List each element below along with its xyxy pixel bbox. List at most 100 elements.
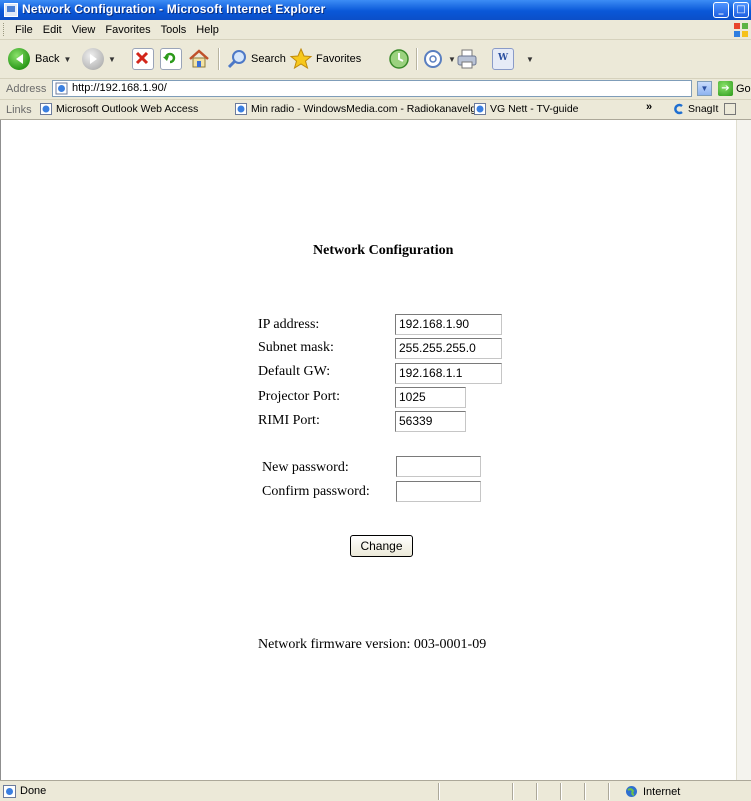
default-gw-label: Default GW: (258, 364, 331, 379)
snagit-button[interactable]: SnagIt (673, 103, 737, 115)
snagit-window-icon[interactable] (724, 103, 737, 115)
back-label: Back (35, 53, 60, 65)
address-url: http://192.168.1.90/ (72, 82, 167, 94)
address-input[interactable]: http://192.168.1.90/ (52, 80, 692, 97)
edit-dropdown-icon[interactable]: ▼ (526, 55, 534, 64)
favorites-star-icon (289, 47, 313, 70)
page-content (0, 120, 737, 780)
ie-link-icon (235, 103, 247, 115)
status-divider (560, 783, 562, 800)
subnet-mask-input[interactable]: 255.255.255.0 (395, 338, 502, 359)
link-label: VG Nett - TV-guide (490, 103, 579, 115)
address-dropdown-button[interactable]: ▼ (697, 81, 712, 96)
menu-view[interactable]: View (67, 21, 101, 36)
links-bar: Links Microsoft Outlook Web Access Min r… (0, 100, 751, 120)
forward-button[interactable]: ▼ (82, 46, 116, 72)
menu-tools[interactable]: Tools (156, 21, 192, 36)
ie-window-icon[interactable] (4, 3, 18, 17)
mail-dropdown-icon[interactable]: ▼ (448, 55, 456, 64)
new-password-input[interactable] (396, 456, 481, 477)
favorites-label: Favorites (316, 53, 362, 65)
edit-word-button[interactable]: W ▼ (492, 46, 534, 72)
back-arrow-icon (8, 48, 30, 70)
ie-page-icon (55, 82, 68, 95)
go-arrow-icon[interactable]: ➔ (718, 81, 733, 96)
internet-globe-icon (626, 786, 637, 797)
snagit-icon (674, 103, 683, 115)
toolbar-separator (218, 48, 220, 70)
vertical-scrollbar[interactable] (736, 120, 751, 780)
link-vg-nett[interactable]: VG Nett - TV-guide (474, 103, 579, 115)
firmware-version-text: Network firmware version: 003-0001-09 (258, 637, 487, 652)
history-button[interactable] (388, 46, 410, 72)
favorites-button[interactable]: Favorites (289, 46, 361, 72)
print-icon (457, 49, 477, 69)
browser-window: Network Configuration - Microsoft Intern… (0, 0, 751, 801)
status-text: Done (20, 785, 47, 797)
minimize-button[interactable]: _ (713, 2, 729, 18)
change-button[interactable]: Change (350, 535, 413, 557)
ie-page-icon (3, 785, 16, 798)
stop-button[interactable] (132, 46, 154, 72)
security-zone[interactable]: Internet (625, 785, 680, 798)
page-heading: Network Configuration (313, 243, 454, 258)
word-icon: W (492, 48, 514, 70)
ip-address-label: IP address: (258, 317, 320, 332)
projector-port-label: Projector Port: (258, 389, 341, 404)
ip-address-input[interactable]: 192.168.1.90 (395, 314, 502, 335)
standard-toolbar: Back ▼ ▼ Search Favorites ▼ W ▼ (0, 40, 751, 79)
confirm-password-label: Confirm password: (262, 484, 370, 499)
links-label: Links (6, 104, 32, 116)
status-divider (584, 783, 586, 800)
links-overflow-chevron[interactable]: » (646, 101, 652, 113)
windows-logo-icon (734, 23, 748, 37)
rimi-port-label: RIMI Port: (258, 413, 320, 428)
status-divider (608, 783, 610, 800)
address-bar: Address http://192.168.1.90/ ▼ ➔ Go (0, 79, 751, 100)
confirm-password-input[interactable] (396, 481, 481, 502)
search-button[interactable]: Search (226, 46, 286, 72)
go-label[interactable]: Go (736, 83, 751, 95)
print-button[interactable] (456, 46, 478, 72)
forward-dropdown-icon[interactable]: ▼ (108, 55, 116, 64)
security-zone-label: Internet (643, 785, 681, 798)
address-label: Address (6, 83, 47, 95)
link-label: Min radio - WindowsMedia.com - Radiokana… (251, 103, 486, 115)
link-outlook-web-access[interactable]: Microsoft Outlook Web Access (40, 103, 198, 115)
status-divider (438, 783, 440, 800)
status-bar: Done Internet (0, 780, 751, 801)
window-title: Network Configuration - Microsoft Intern… (22, 2, 326, 16)
new-password-label: New password: (262, 460, 349, 475)
menu-file[interactable]: File (10, 21, 38, 36)
refresh-icon (160, 48, 182, 70)
forward-arrow-icon (82, 48, 104, 70)
home-icon (189, 49, 209, 68)
menu-help[interactable]: Help (191, 21, 224, 36)
status-divider (536, 783, 538, 800)
home-button[interactable] (188, 46, 210, 72)
snagit-label: SnagIt (688, 103, 719, 115)
maximize-button[interactable]: □ (733, 2, 749, 18)
history-icon (389, 49, 409, 69)
back-dropdown-icon[interactable]: ▼ (63, 55, 71, 64)
title-bar[interactable]: Network Configuration - Microsoft Intern… (0, 0, 751, 20)
rimi-port-input[interactable]: 56339 (395, 411, 466, 432)
projector-port-input[interactable]: 1025 (395, 387, 466, 408)
mail-button[interactable]: ▼ (422, 46, 456, 72)
link-label: Microsoft Outlook Web Access (56, 103, 199, 115)
mail-icon (424, 50, 442, 68)
search-icon (227, 50, 246, 69)
default-gw-input[interactable]: 192.168.1.1 (395, 363, 502, 384)
refresh-button[interactable] (160, 46, 182, 72)
ie-link-icon (40, 103, 52, 115)
search-label: Search (251, 53, 286, 65)
stop-icon (132, 48, 154, 70)
menu-grip-icon[interactable] (3, 23, 7, 36)
subnet-mask-label: Subnet mask: (258, 340, 334, 355)
ie-link-icon (474, 103, 486, 115)
back-button[interactable]: Back ▼ (8, 46, 71, 72)
toolbar-separator (416, 48, 418, 70)
menu-edit[interactable]: Edit (38, 21, 67, 36)
menu-favorites[interactable]: Favorites (100, 21, 155, 36)
link-min-radio[interactable]: Min radio - WindowsMedia.com - Radiokana… (235, 103, 486, 115)
